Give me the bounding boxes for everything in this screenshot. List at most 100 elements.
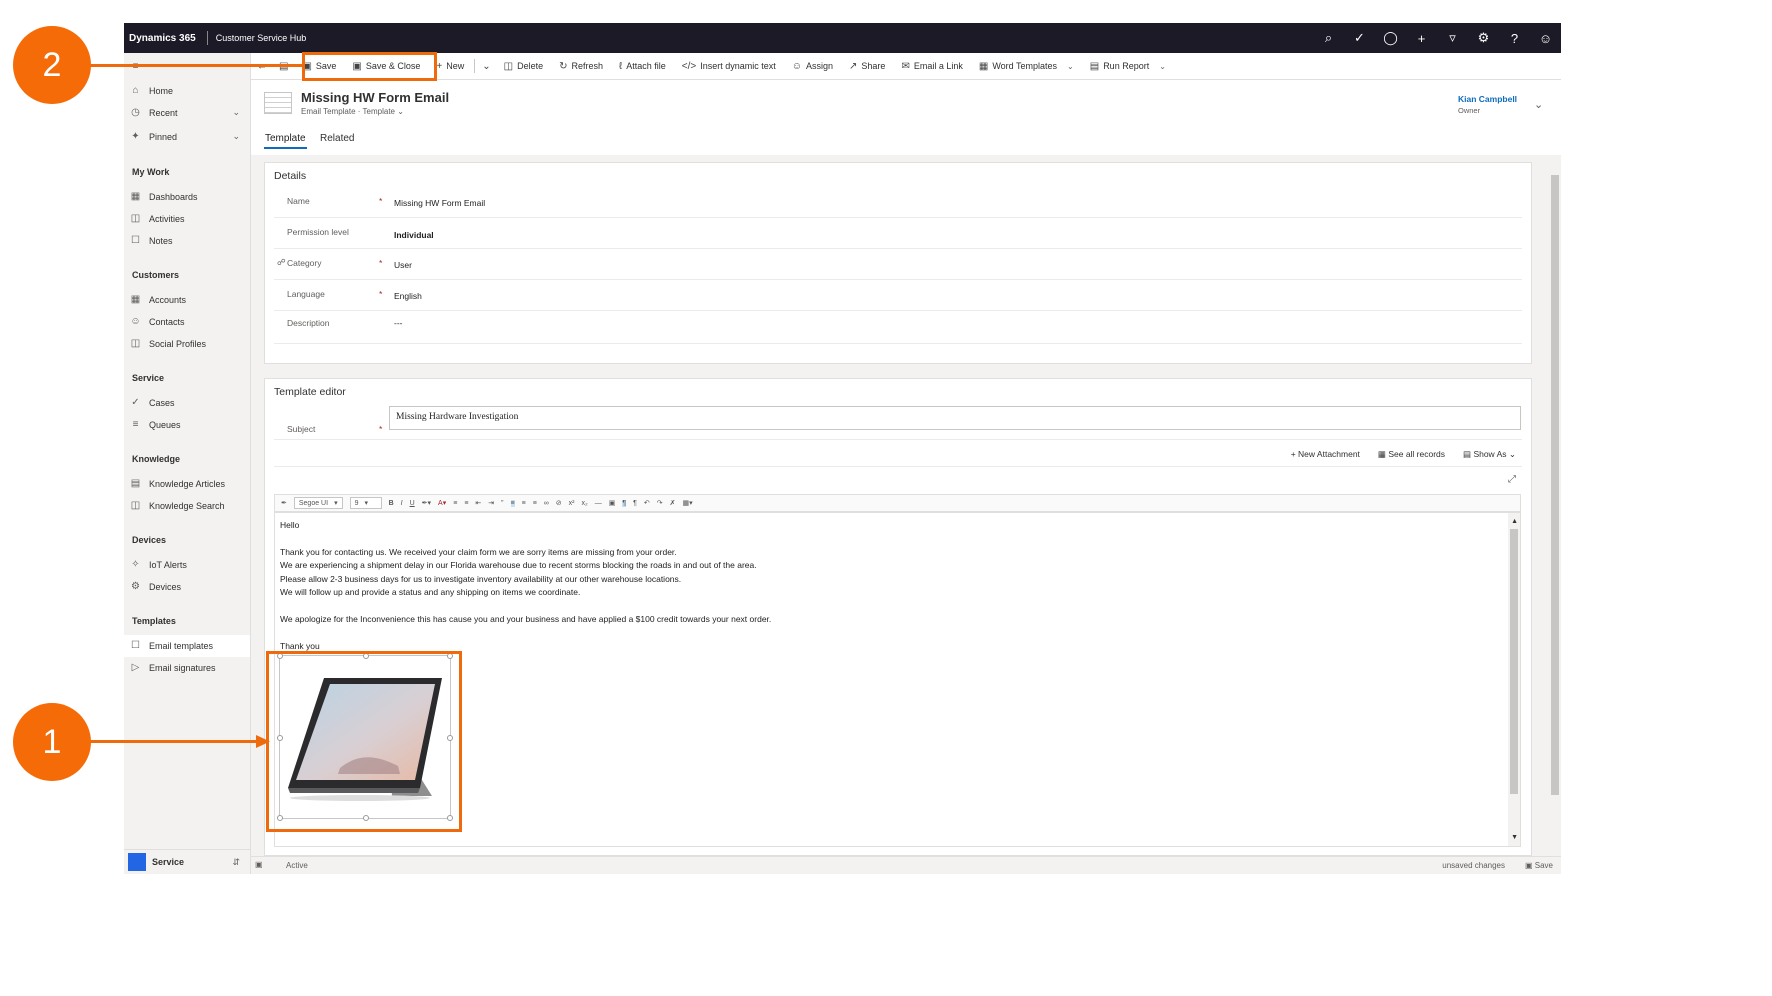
page-scrollbar[interactable] (1548, 155, 1561, 856)
area-switcher[interactable]: Service ⇵ (124, 849, 250, 874)
sidebar-item-devices[interactable]: ⚙ Devices (130, 581, 181, 592)
delete-button[interactable]: ◫ Delete (496, 61, 551, 72)
chevron-down-icon[interactable]: ⌄ (1534, 98, 1543, 111)
email-link-button[interactable]: ✉ Email a Link (893, 61, 970, 72)
group-title-customers: Customers (132, 270, 180, 280)
new-dropdown-button[interactable]: ⌄ (477, 61, 495, 72)
attach-file-button[interactable]: ℓ Attach file (611, 61, 674, 72)
filter-icon[interactable]: ▿ (1445, 30, 1460, 46)
see-all-records-button[interactable]: ▦ See all records (1378, 449, 1445, 460)
sidebar-item-knowledge-search[interactable]: ◫ Knowledge Search (130, 500, 225, 511)
scroll-down-icon[interactable]: ▼ (1511, 831, 1518, 844)
chevron-down-icon[interactable]: ⌄ (232, 131, 240, 142)
sidebar-item-queues[interactable]: ≡ Queues (130, 419, 181, 430)
horizontal-line-icon[interactable]: — (595, 500, 602, 507)
refresh-button[interactable]: ↻ Refresh (551, 61, 611, 72)
task-icon[interactable]: ✓ (1352, 30, 1367, 46)
form-selector[interactable]: Template (363, 107, 395, 116)
insert-dynamic-text-button[interactable]: </> Insert dynamic text (674, 61, 784, 72)
app-name[interactable]: Customer Service Hub (208, 33, 307, 43)
link-icon[interactable]: ∞ (544, 500, 549, 507)
search-icon[interactable]: ⌕ (1321, 30, 1336, 46)
chevron-down-icon[interactable]: ⌄ (232, 107, 240, 118)
new-attachment-label: New Attachment (1298, 449, 1360, 459)
scroll-up-icon[interactable]: ▲ (1511, 515, 1518, 528)
sidebar-item-pinned[interactable]: ✦ Pinned (130, 131, 177, 142)
align-center-icon[interactable]: ≡ (522, 500, 526, 507)
image-icon[interactable]: ▣ (609, 499, 616, 507)
help-icon[interactable]: ? (1507, 31, 1522, 46)
brush-icon[interactable]: ✒ (281, 499, 287, 507)
document-icon: ☐ (131, 640, 140, 651)
ltr-icon[interactable]: ¶ (622, 499, 627, 507)
sidebar-item-contacts[interactable]: ☺ Contacts (130, 316, 184, 327)
align-left-icon[interactable]: ≡ (510, 499, 515, 507)
sidebar-item-email-templates[interactable]: ☐ Email templates (130, 640, 213, 651)
bold-icon[interactable]: B (389, 500, 394, 507)
editor-scrollbar[interactable]: ▲ ▼ (1508, 513, 1520, 846)
user-icon[interactable]: ☺ (1538, 31, 1553, 46)
redo-icon[interactable]: ↷ (657, 499, 663, 507)
new-attachment-button[interactable]: + New Attachment (1291, 449, 1360, 460)
sidebar-item-email-signatures[interactable]: ▷ Email signatures (130, 662, 216, 673)
share-button[interactable]: ↗ Share (841, 61, 893, 72)
callout-badge-2: 2 (13, 26, 91, 104)
numbered-list-icon[interactable]: ≡ (464, 500, 468, 507)
font-family-select[interactable]: Segoe UI ▾ (293, 497, 343, 509)
description-field[interactable]: --- (394, 318, 403, 328)
run-report-button[interactable]: ▤ Run Report ⌄ (1082, 61, 1174, 72)
clear-format-icon[interactable]: ✗ (670, 499, 676, 507)
sidebar-item-dashboards[interactable]: ▦ Dashboards (130, 191, 198, 202)
undo-icon[interactable]: ↶ (644, 499, 650, 507)
font-size-select[interactable]: 9 ▾ (349, 497, 382, 509)
name-field[interactable]: Missing HW Form Email (394, 198, 485, 208)
category-field[interactable]: User (394, 260, 412, 270)
indent-icon[interactable]: ⇥ (488, 499, 494, 507)
sidebar-item-accounts[interactable]: ▦ Accounts (130, 294, 186, 305)
owner-link[interactable]: Kian Campbell (1458, 94, 1517, 104)
superscript-icon[interactable]: x² (569, 500, 575, 507)
sidebar-item-home[interactable]: ⌂ Home (130, 85, 173, 96)
unlink-icon[interactable]: ⊘ (556, 499, 562, 507)
sidebar-item-activities[interactable]: ◫ Activities (130, 213, 185, 224)
show-as-button[interactable]: ▤ Show As ⌄ (1463, 449, 1516, 460)
assign-button[interactable]: ☺ Assign (784, 61, 841, 72)
align-right-icon[interactable]: ≡ (533, 500, 537, 507)
sidebar-item-knowledge-articles[interactable]: ▤ Knowledge Articles (130, 478, 225, 489)
sidebar-item-social-profiles[interactable]: ◫ Social Profiles (130, 338, 206, 349)
plus-icon[interactable]: + (1414, 31, 1429, 46)
font-color-icon[interactable]: A▾ (438, 499, 446, 507)
scroll-thumb[interactable] (1551, 175, 1559, 795)
brand-label[interactable]: Dynamics 365 (124, 33, 207, 44)
table-icon[interactable]: ▦▾ (683, 499, 693, 507)
bullet-list-icon[interactable]: ≡ (453, 500, 457, 507)
outdent-icon[interactable]: ⇤ (475, 499, 481, 507)
underline-icon[interactable]: U (410, 500, 415, 507)
tab-related[interactable]: Related (320, 133, 354, 144)
subscript-icon[interactable]: x₂ (582, 500, 588, 507)
font-size-value: 9 (354, 499, 359, 507)
lightbulb-icon[interactable]: ◯ (1383, 30, 1398, 46)
sidebar-item-iot-alerts[interactable]: ✧ IoT Alerts (130, 559, 187, 570)
body-line: We will follow up and provide a status a… (280, 587, 581, 597)
scroll-thumb[interactable] (1510, 529, 1518, 794)
gear-icon[interactable]: ⚙ (1476, 30, 1491, 46)
sidebar-item-recent[interactable]: ◷ Recent (130, 107, 177, 118)
italic-icon[interactable]: I (401, 500, 403, 507)
sidebar-item-notes[interactable]: ☐ Notes (130, 235, 173, 246)
word-templates-button[interactable]: ▦ Word Templates ⌄ (971, 61, 1082, 72)
status-bar: ▣ Active unsaved changes ▣ Save (251, 856, 1561, 874)
tab-template[interactable]: Template (265, 133, 306, 144)
language-field[interactable]: English (394, 291, 422, 301)
rtl-icon[interactable]: ¶ (633, 500, 637, 507)
quote-icon[interactable]: ” (501, 500, 503, 507)
expand-icon[interactable]: ⤢ (1508, 474, 1516, 485)
subject-field[interactable]: Missing Hardware Investigation (389, 406, 1521, 430)
permission-level-field[interactable]: Individual (394, 230, 434, 240)
status-save-button[interactable]: ▣ Save (1525, 861, 1553, 870)
sidebar-item-cases[interactable]: ✓ Cases (130, 397, 174, 408)
open-window-icon[interactable]: ▣ (255, 860, 263, 869)
highlight-icon[interactable]: ✒▾ (422, 499, 431, 507)
body-line: We apologize for the Inconvenience this … (280, 614, 772, 624)
chevron-down-icon[interactable]: ⌄ (397, 107, 404, 116)
